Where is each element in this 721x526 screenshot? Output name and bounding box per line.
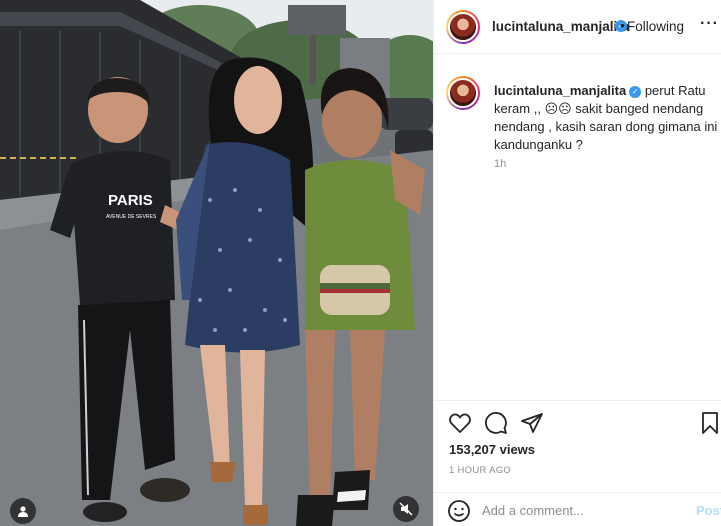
author-avatar[interactable] (446, 10, 480, 44)
post-video-frame: PARIS AVENUE DE SEVRES (0, 0, 433, 526)
tag-user-button[interactable] (10, 498, 36, 524)
shirt-print-subtext: AVENUE DE SEVRES (106, 214, 157, 220)
post-details-panel: lucintaluna_manjalita ✓ • Following ··· … (433, 0, 721, 526)
shirt-print-text: PARIS (108, 192, 153, 209)
post-media[interactable]: PARIS AVENUE DE SEVRES (0, 0, 433, 526)
caption-author-avatar[interactable] (446, 76, 480, 110)
author-username[interactable]: lucintaluna_manjalita (492, 19, 629, 34)
caption-time-ago[interactable]: 1h (494, 158, 506, 170)
mute-button[interactable] (393, 496, 419, 522)
more-options-icon[interactable]: ··· (700, 15, 719, 33)
post-date[interactable]: 1 HOUR AGO (449, 465, 511, 476)
post-header: lucintaluna_manjalita ✓ • Following ··· (434, 0, 721, 54)
comment-icon[interactable] (484, 411, 508, 435)
heart-icon[interactable] (448, 411, 472, 435)
action-bar (434, 400, 721, 440)
header-separator: • (620, 17, 625, 33)
caption-text-block: lucintaluna_manjalita ✓ perut Ratu keram … (494, 82, 720, 154)
post-comment-button[interactable]: Post (696, 503, 721, 518)
mute-icon (399, 502, 413, 516)
emoji-icon[interactable] (447, 499, 471, 523)
caption-username[interactable]: lucintaluna_manjalita (494, 83, 626, 98)
bookmark-icon[interactable] (698, 411, 721, 435)
comment-bar: Post (434, 492, 721, 526)
following-button[interactable]: Following (627, 19, 684, 34)
comment-input[interactable] (482, 500, 682, 520)
share-icon[interactable] (520, 411, 544, 435)
view-count[interactable]: 153,207 views (449, 442, 535, 457)
caption-verified-badge-icon: ✓ (629, 86, 642, 98)
tag-user-icon (18, 506, 28, 517)
